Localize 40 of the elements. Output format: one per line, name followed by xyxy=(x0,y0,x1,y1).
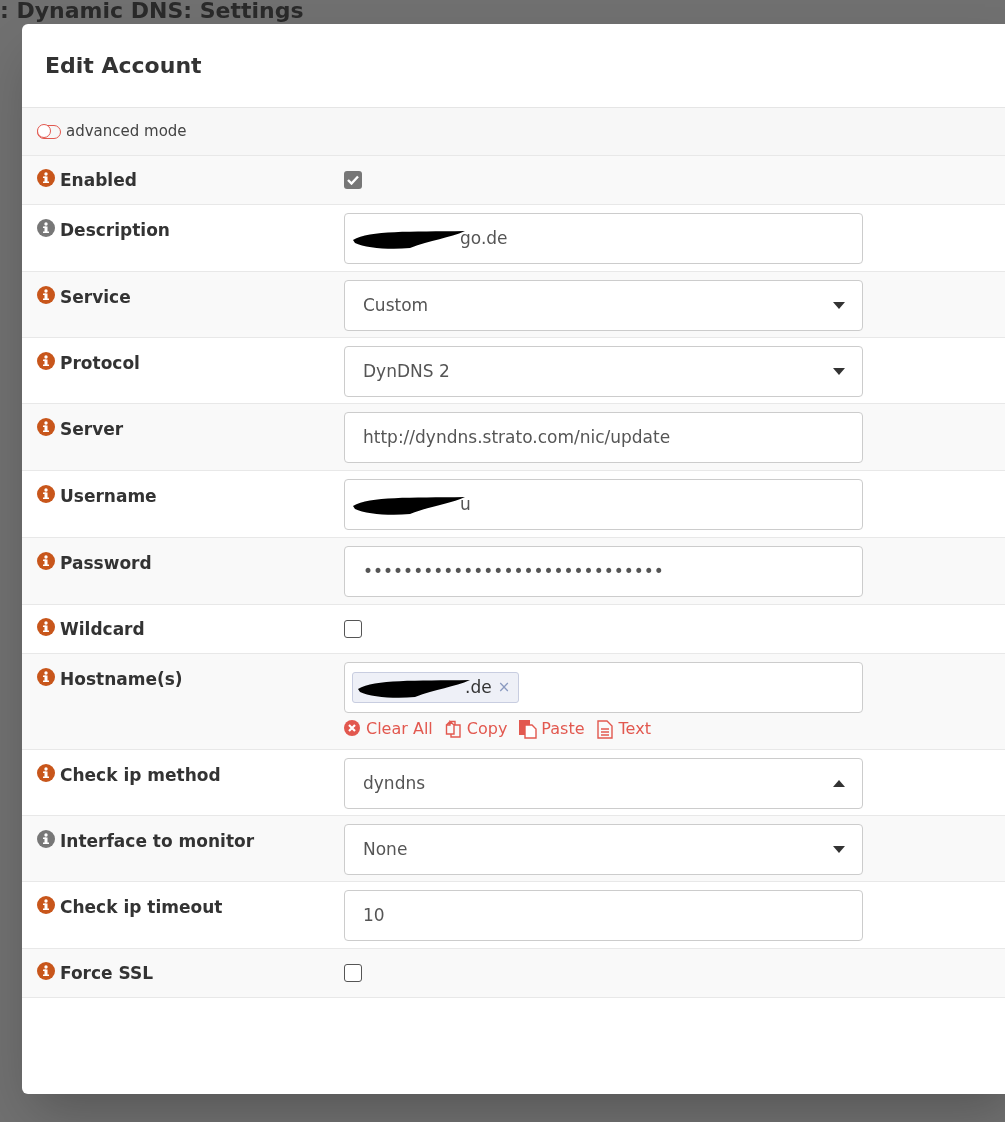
field-label: Protocol xyxy=(60,352,140,375)
select-dropdown[interactable]: Custom xyxy=(344,280,863,331)
select-dropdown[interactable]: None xyxy=(344,824,863,875)
action-link[interactable]: Clear All xyxy=(344,717,433,741)
field-label: Check ip method xyxy=(60,764,221,787)
input-field[interactable]: •••••••••••••••••••••••••••••• xyxy=(344,546,863,597)
caret-icon xyxy=(833,846,845,853)
document-icon xyxy=(596,719,615,739)
field-label: Server xyxy=(60,418,124,441)
caret-icon xyxy=(833,302,845,309)
field-label: Username xyxy=(60,485,157,508)
input-field[interactable]: u xyxy=(344,479,863,530)
field-label: Interface to monitor xyxy=(60,830,255,853)
field-label: Enabled xyxy=(60,169,137,192)
hostname-tag[interactable]: .de × xyxy=(352,672,520,703)
field-label: Force SSL xyxy=(60,962,154,985)
dialog-title: Edit Account xyxy=(45,52,202,80)
checkbox[interactable] xyxy=(344,964,362,982)
select-dropdown[interactable]: dyndns xyxy=(344,758,863,809)
input-field[interactable]: 10 xyxy=(344,890,863,941)
field-label: Password xyxy=(60,552,152,575)
paste-icon xyxy=(519,719,538,739)
tags-input[interactable]: .de × xyxy=(344,662,863,713)
page-title: : Dynamic DNS: Settings xyxy=(0,0,304,22)
caret-icon xyxy=(833,368,845,375)
field-label: Check ip timeout xyxy=(60,896,223,919)
select-dropdown[interactable]: DynDNS 2 xyxy=(344,346,863,397)
field-label: Service xyxy=(60,286,131,309)
checkbox[interactable] xyxy=(344,171,362,189)
copy-icon xyxy=(444,719,463,739)
clear-icon xyxy=(344,719,362,739)
field-label: Hostname(s) xyxy=(60,668,183,691)
field-label: Description xyxy=(60,219,170,242)
input-field[interactable]: go.de xyxy=(344,213,863,264)
field-label: Wildcard xyxy=(60,618,145,641)
advanced-mode-label[interactable]: advanced mode xyxy=(66,120,187,143)
checkbox[interactable] xyxy=(344,620,362,638)
action-link[interactable]: Copy xyxy=(444,717,508,741)
caret-icon xyxy=(833,780,845,787)
input-field[interactable]: http://dyndns.strato.com/nic/update xyxy=(344,412,863,463)
